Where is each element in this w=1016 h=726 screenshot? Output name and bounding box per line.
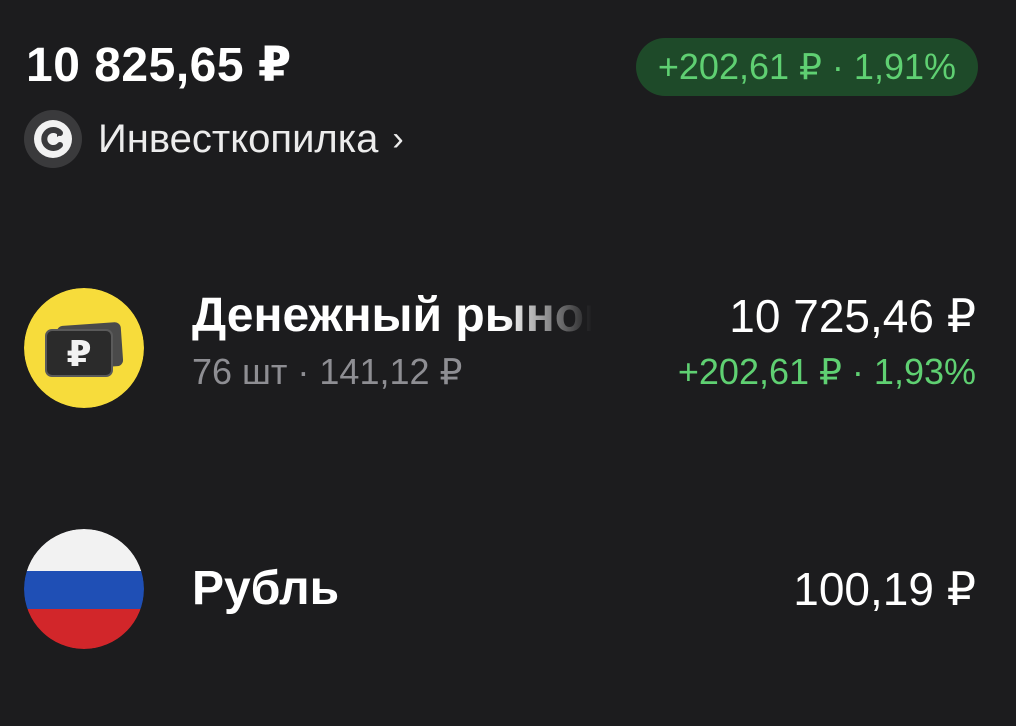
holding-name: Рубль bbox=[192, 562, 340, 615]
portfolio-c-icon bbox=[24, 110, 82, 168]
holding-change: +202,61 ₽ · 1,93% bbox=[677, 351, 976, 392]
chevron-right-icon: › bbox=[392, 119, 404, 158]
holding-value-block: 10 725,46 ₽ +202,61 ₽ · 1,93% bbox=[678, 284, 976, 394]
portfolio-header: 10 825,65 ₽ +202,61 ₽ · 1,91% Инвесткопи… bbox=[0, 0, 1016, 190]
holding-value: 10 725,46 ₽ bbox=[729, 290, 976, 342]
svg-text:₽: ₽ bbox=[66, 334, 91, 375]
holding-name: Денежный рынок bbox=[192, 289, 592, 342]
account-link[interactable]: Инвесткопилка › bbox=[24, 110, 404, 168]
holding-name-block: Рубль bbox=[192, 557, 592, 621]
portfolio-change-badge: +202,61 ₽ · 1,91% bbox=[635, 38, 978, 96]
holding-row-ruble[interactable]: Рубль 100,19 ₽ bbox=[0, 525, 1016, 655]
holding-quantity-price: 76 шт · 141,12 ₽ bbox=[192, 351, 463, 392]
money-market-ruble-icon: ₽ bbox=[24, 288, 144, 408]
holding-value-block: 100,19 ₽ bbox=[793, 557, 976, 621]
russian-flag-icon bbox=[24, 529, 144, 649]
account-name: Инвесткопилка bbox=[98, 116, 379, 161]
holding-value: 100,19 ₽ bbox=[793, 563, 976, 615]
holding-name-block: Денежный рынок 76 шт · 141,12 ₽ bbox=[192, 284, 592, 394]
portfolio-total-value: 10 825,65 ₽ bbox=[26, 39, 292, 92]
holding-row-money-market[interactable]: ₽ Денежный рынок 76 шт · 141,12 ₽ 10 725… bbox=[0, 284, 1016, 414]
